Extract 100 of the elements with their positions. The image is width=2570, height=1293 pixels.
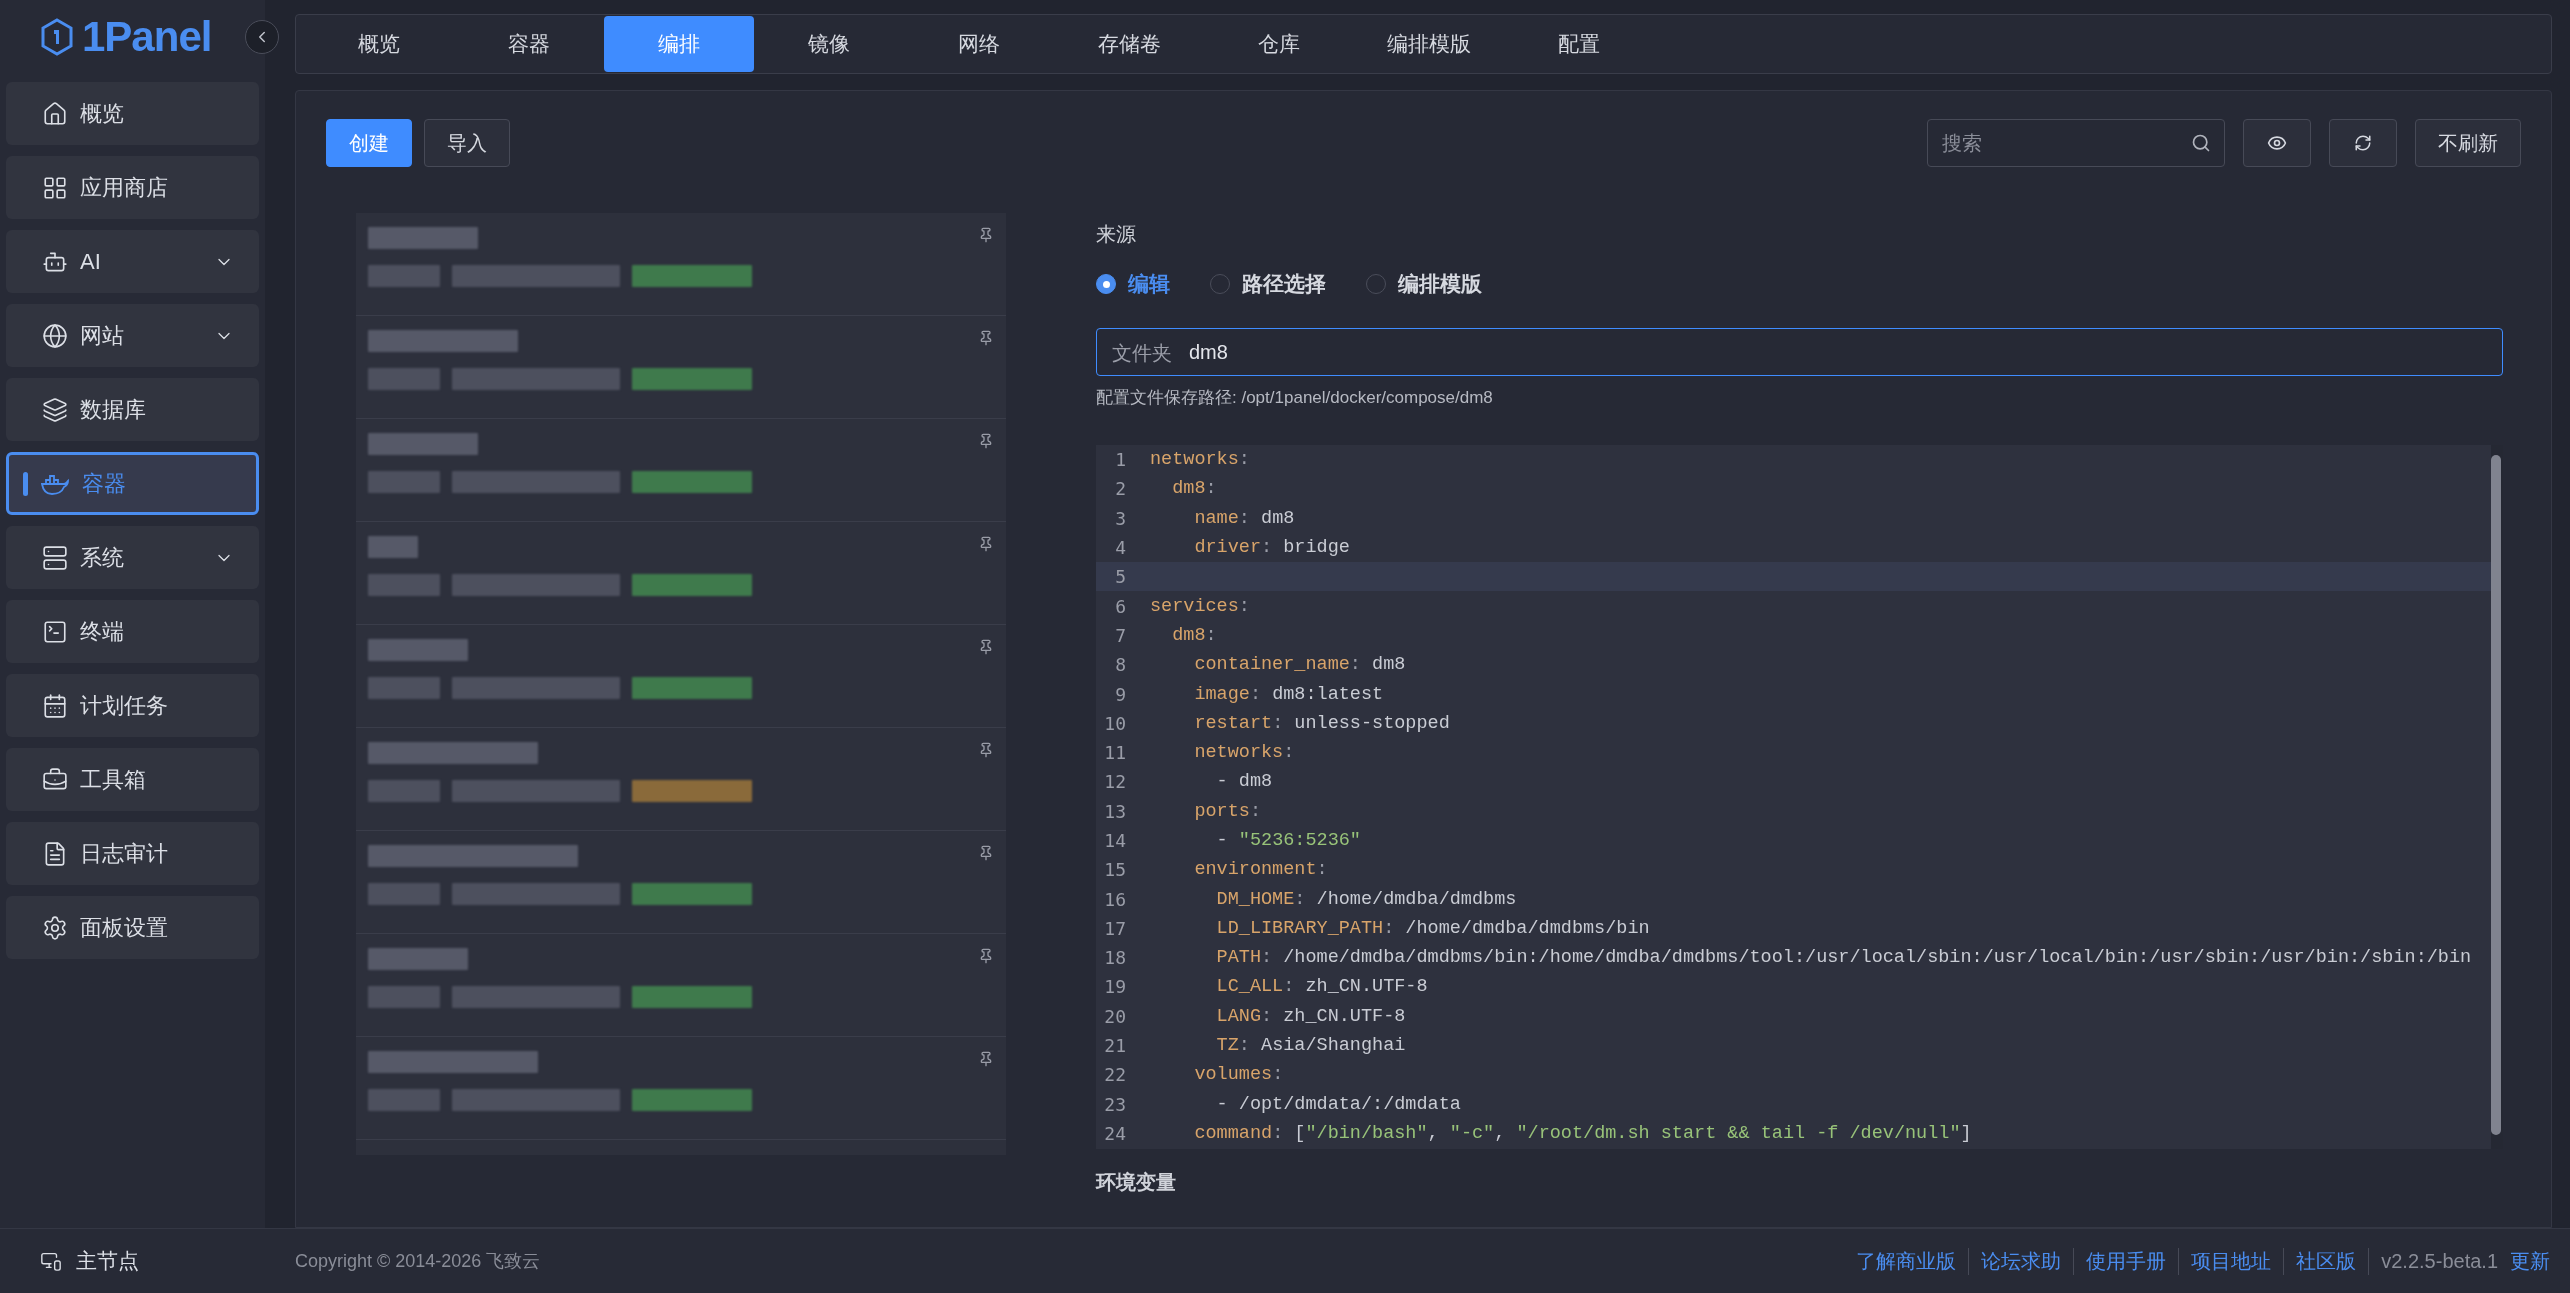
pin-icon[interactable] [978, 227, 994, 243]
code-line: volumes: [1193, 1064, 1284, 1086]
node-label[interactable]: 主节点 [76, 1247, 139, 1275]
footer-link[interactable]: 项目地址 [2179, 1247, 2285, 1275]
line-number: 16 [1103, 888, 1126, 910]
line-number: 22 [1103, 1064, 1126, 1086]
line-number: 20 [1103, 1005, 1126, 1027]
radio-button[interactable] [1096, 274, 1116, 294]
redacted-text [368, 471, 440, 493]
import-button[interactable]: 导入 [424, 119, 510, 167]
code-line: environment: [1193, 859, 1328, 881]
redacted-text [368, 986, 440, 1008]
scrollbar-thumb[interactable] [2491, 455, 2501, 1135]
redacted-title [368, 536, 418, 558]
line-number: 15 [1103, 859, 1126, 881]
redacted-text [368, 677, 440, 699]
line-number: 6 [1114, 595, 1126, 617]
eye-button[interactable] [2243, 119, 2311, 167]
code-line: ports: [1193, 800, 1262, 822]
pin-icon[interactable] [978, 639, 994, 655]
tab[interactable]: 编排模版 [1354, 16, 1504, 72]
footer-link[interactable]: 社区版 [2284, 1247, 2370, 1275]
line-number: 10 [1103, 712, 1126, 734]
home-icon [42, 100, 68, 127]
pin-icon[interactable] [978, 330, 994, 346]
footer-link[interactable]: 使用手册 [2074, 1247, 2180, 1275]
code-line: networks: [1150, 449, 1250, 471]
sidebar-item[interactable]: 面板设置 [6, 896, 259, 959]
update-link[interactable]: 更新 [2510, 1247, 2562, 1275]
code-editor[interactable] [1096, 445, 2503, 1149]
line-number: 9 [1114, 683, 1126, 705]
tab[interactable]: 仓库 [1204, 16, 1354, 72]
sidebar-item[interactable]: 应用商店 [6, 156, 259, 219]
sidebar-item[interactable]: 系统 [6, 526, 259, 589]
tab[interactable]: 容器 [454, 16, 604, 72]
radio-label: 编排模版 [1398, 271, 1482, 297]
redacted-text [368, 1089, 440, 1111]
line-number: 24 [1103, 1122, 1126, 1144]
redacted-text [368, 574, 440, 596]
code-line: LD_LIBRARY_PATH: /home/dmdba/dmdbms/bin [1215, 917, 1650, 939]
tab[interactable]: 镜像 [754, 16, 904, 72]
code-line: dm8: [1171, 478, 1217, 500]
pin-icon[interactable] [978, 433, 994, 449]
tab[interactable]: 概览 [304, 16, 454, 72]
redacted-text [368, 883, 440, 905]
eye-icon [2267, 133, 2287, 153]
pin-icon[interactable] [978, 536, 994, 552]
sidebar-item[interactable]: 计划任务 [6, 674, 259, 737]
refresh-button[interactable] [2329, 119, 2397, 167]
code-line: driver: bridge [1193, 537, 1350, 559]
sidebar-item[interactable]: AI [6, 230, 259, 293]
globe-icon [42, 322, 68, 349]
code-line: name: dm8 [1193, 507, 1295, 529]
line-number: 14 [1103, 830, 1126, 851]
no-refresh-button[interactable]: 不刷新 [2415, 119, 2521, 167]
radio-label: 编辑 [1128, 271, 1170, 297]
code-line: LANG: zh_CN.UTF-8 [1215, 1005, 1406, 1027]
sidebar-item[interactable]: 日志审计 [6, 822, 259, 885]
line-number: 18 [1103, 947, 1126, 969]
code-line: dm8: [1171, 624, 1217, 646]
line-number: 23 [1103, 1093, 1126, 1115]
search-field[interactable]: 搜索 [1927, 119, 2225, 167]
tab[interactable]: 存储卷 [1054, 16, 1204, 72]
tab[interactable]: 网络 [904, 16, 1054, 72]
line-number: 2 [1114, 478, 1126, 500]
sidebar-item[interactable]: 概览 [6, 82, 259, 145]
code-line: services: [1150, 595, 1250, 617]
line-number: 7 [1114, 624, 1126, 646]
source-label: 来源 [1096, 222, 1137, 247]
tab[interactable]: 配置 [1504, 16, 1654, 72]
terminal-icon [42, 618, 68, 645]
line-number: 3 [1114, 507, 1126, 529]
server-icon [42, 544, 68, 571]
pin-icon[interactable] [978, 948, 994, 964]
redacted-text [368, 780, 440, 802]
sidebar-item[interactable]: 终端 [6, 600, 259, 663]
sidebar-item[interactable]: 网站 [6, 304, 259, 367]
pin-icon[interactable] [978, 845, 994, 861]
section-title: 环境变量 [1096, 1170, 1177, 1195]
pin-icon[interactable] [978, 742, 994, 758]
pin-icon[interactable] [978, 1051, 994, 1067]
refresh-icon [2354, 134, 2372, 152]
line-number: 13 [1103, 800, 1126, 822]
devices-icon [40, 1250, 62, 1272]
footer-link[interactable]: 论坛求助 [1969, 1247, 2075, 1275]
code-line: image: dm8:latest [1193, 683, 1384, 705]
line-number: 19 [1103, 976, 1126, 998]
line-number: 12 [1103, 771, 1126, 793]
code-line: PATH: /home/dmdba/dmdbms/bin:/home/dmdba/dmdbms/tool:/usr/local/sbin:/usr/local/bin:/usr/sbin:/usr/bin:/sbin:/bin [1215, 947, 2472, 969]
code-line: networks: [1193, 742, 1295, 764]
line-number: 4 [1114, 537, 1126, 559]
code-line: DM_HOME: /home/dmdba/dmdbms [1215, 888, 1517, 910]
footer-link[interactable]: 了解商业版 [1844, 1247, 1970, 1275]
grid-icon [42, 174, 68, 201]
sidebar-item[interactable]: 数据库 [6, 378, 259, 441]
code-line: LC_ALL: zh_CN.UTF-8 [1215, 976, 1428, 998]
line-number: 17 [1103, 917, 1126, 939]
copyright-text: Copyright © 2014-2026 飞致云 [294, 1250, 541, 1273]
sidebar-item[interactable]: 工具箱 [6, 748, 259, 811]
version-text: v2.2.5-beta.1 [2380, 1249, 2499, 1273]
